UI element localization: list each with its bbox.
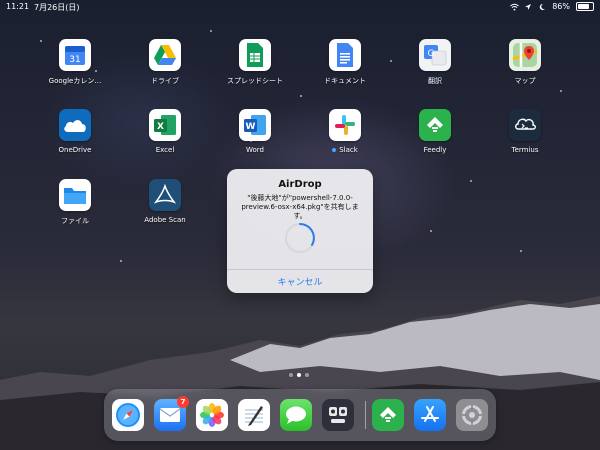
app-label: スプレッドシート	[227, 77, 283, 85]
google-docs-icon	[329, 39, 361, 71]
google-sheets-icon	[239, 39, 271, 71]
dialog-title: AirDrop	[278, 179, 322, 190]
app-google-docs[interactable]: ドキュメント	[305, 39, 385, 86]
app-label: Feedly	[423, 146, 447, 154]
messages-icon	[286, 406, 306, 424]
feedly-icon	[380, 407, 396, 422]
app-google-sheets[interactable]: スプレッドシート	[215, 39, 295, 86]
excel-x-glyph: X	[157, 122, 164, 132]
page-dot	[289, 373, 293, 377]
mail-icon	[159, 408, 181, 422]
battery-percentage: 86%	[552, 2, 570, 11]
new-update-dot	[332, 148, 337, 152]
airdrop-dialog: AirDrop "後藤大地"が"powershell-7.0.0-preview…	[227, 169, 373, 293]
app-adobe-scan[interactable]: Adobe Scan	[125, 179, 205, 224]
app-label: Googleカレン…	[48, 77, 102, 85]
app-slack[interactable]: Slack	[305, 109, 385, 154]
app-label: Excel	[155, 146, 175, 154]
dialog-message: "後藤大地"が"powershell-7.0.0-preview.6-osx-x…	[241, 194, 359, 220]
app-label: 翻訳	[428, 77, 442, 85]
photos-icon	[200, 403, 224, 427]
dock	[104, 389, 496, 441]
slack-icon	[329, 109, 361, 141]
dock-app-app-store[interactable]	[414, 399, 446, 431]
word-w-glyph: W	[246, 122, 256, 132]
page-indicator[interactable]	[289, 373, 309, 377]
calendar-day-text: 31	[69, 55, 80, 65]
app-google-drive[interactable]: ドライブ	[125, 39, 205, 86]
adobe-scan-icon	[149, 179, 181, 211]
files-icon	[59, 179, 91, 211]
word-icon: W	[239, 109, 271, 141]
status-bar: 11:21 7月26日(日) 86%	[0, 0, 600, 14]
feedly-icon	[419, 109, 451, 141]
app-onedrive[interactable]: OneDrive	[35, 109, 115, 154]
dock-app-settings[interactable]	[456, 399, 488, 431]
status-right: 86%	[510, 2, 594, 11]
settings-icon	[462, 405, 482, 425]
robot-app-icon	[329, 407, 347, 423]
dock-divider	[365, 401, 366, 429]
app-google-translate[interactable]: G 翻訳	[395, 39, 475, 86]
dialog-divider	[227, 269, 373, 270]
app-excel[interactable]: X Excel	[125, 109, 205, 154]
location-arrow-icon	[524, 3, 532, 11]
app-google-maps[interactable]: マップ	[485, 39, 565, 86]
app-label: Termius	[511, 146, 539, 154]
cancel-button[interactable]: キャンセル	[227, 271, 373, 291]
onedrive-icon	[59, 109, 91, 141]
page-dot	[305, 373, 309, 377]
mail-unread-badge: 7	[177, 396, 189, 408]
loading-spinner-icon	[285, 223, 315, 253]
app-files[interactable]: ファイル	[35, 179, 115, 226]
app-termius[interactable]: Termius	[485, 109, 565, 154]
app-label: Adobe Scan	[144, 216, 186, 224]
termius-icon	[509, 109, 541, 141]
app-label: ドキュメント	[324, 77, 366, 85]
dock-app-messages[interactable]	[280, 399, 312, 431]
app-label: OneDrive	[58, 146, 92, 154]
google-maps-icon	[509, 39, 541, 71]
safari-icon	[116, 403, 140, 427]
battery-icon	[576, 2, 594, 11]
dock-app-notes-writing[interactable]	[238, 399, 270, 431]
app-label: Word	[246, 146, 264, 154]
status-date: 7月26日(日)	[34, 3, 80, 12]
slack-label-text: Slack	[339, 146, 358, 154]
moon-icon	[538, 3, 546, 11]
notes-writing-icon	[245, 406, 263, 426]
app-label: マップ	[514, 77, 536, 85]
google-drive-icon	[149, 39, 181, 71]
translate-g-glyph: G	[428, 49, 435, 59]
dock-app-safari[interactable]	[112, 399, 144, 431]
ipad-home-screen: 11:21 7月26日(日) 86% 31 Googleカレン… ドライブ スプ…	[0, 0, 600, 450]
excel-icon: X	[149, 109, 181, 141]
wifi-icon	[510, 3, 520, 11]
app-word[interactable]: W Word	[215, 109, 295, 154]
dock-app-photos[interactable]	[196, 399, 228, 431]
dock-app-feedly[interactable]	[372, 399, 404, 431]
app-store-icon	[421, 406, 439, 422]
status-time: 11:21	[6, 2, 30, 11]
app-google-calendar[interactable]: 31 Googleカレン…	[35, 39, 115, 86]
app-label: ドライブ	[151, 77, 179, 85]
page-dot-active	[297, 373, 301, 377]
app-feedly[interactable]: Feedly	[395, 109, 475, 154]
google-calendar-icon: 31	[59, 39, 91, 71]
app-label: ファイル	[61, 217, 89, 225]
app-label: Slack	[305, 146, 385, 154]
dock-app-robot[interactable]	[322, 399, 354, 431]
google-translate-icon: G	[419, 39, 451, 71]
